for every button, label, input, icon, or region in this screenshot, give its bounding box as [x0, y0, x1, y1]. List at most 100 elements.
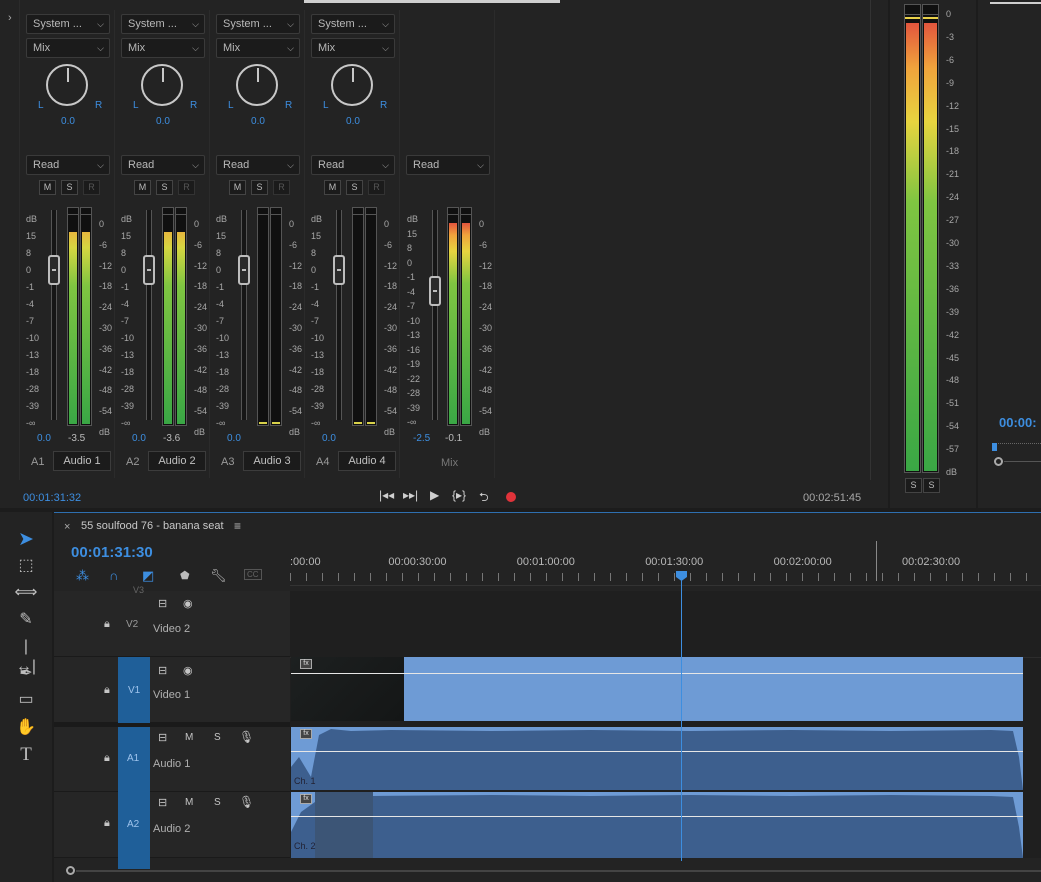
time-ruler[interactable]: :00:00 00:00:30:00 00:01:00:00 00:01:30:00 0… — [290, 541, 1041, 591]
play-icon[interactable]: ▶ — [430, 488, 439, 502]
mute-button[interactable]: M — [324, 180, 341, 195]
record-enable-button[interactable]: R — [273, 180, 290, 195]
go-to-in-icon[interactable]: |◂◂ — [379, 488, 394, 502]
record-enable-button[interactable]: R — [178, 180, 195, 195]
pan-value[interactable]: 0.0 — [116, 116, 210, 127]
nest-sequence-icon[interactable]: ⁂ — [76, 568, 89, 584]
sequence-tab[interactable]: 55 soulfood 76 - banana seat — [81, 520, 224, 532]
automation-dropdown[interactable]: Read ⌵ — [121, 155, 205, 175]
toggle-sync-icon[interactable]: ⊟ — [158, 731, 167, 744]
solo-button[interactable]: S — [251, 180, 268, 195]
snap-icon[interactable]: ∩ — [109, 568, 118, 583]
timeline-timecode[interactable]: 00:01:31:30 — [71, 544, 153, 561]
lock-icon[interactable]: 🔒︎ — [104, 684, 110, 697]
expand-chevron-icon[interactable]: › — [8, 12, 12, 24]
lock-icon[interactable]: 🔒︎ — [104, 618, 110, 631]
play-in-to-out-icon[interactable]: {▸} — [452, 488, 466, 502]
audio-clip-a2[interactable]: fx Ch. 2 — [291, 792, 1023, 858]
record-enable-button[interactable]: R — [368, 180, 385, 195]
track-label-v1[interactable]: V1 — [128, 685, 140, 696]
volume-value[interactable]: 0.0 — [37, 433, 51, 444]
razor-tool-icon[interactable]: ✎ — [14, 610, 38, 630]
channel-name[interactable]: Audio 4 — [338, 451, 396, 471]
program-timecode[interactable]: 00:00: — [999, 415, 1037, 430]
microphone-icon[interactable]: 🎙︎ — [239, 795, 254, 809]
lock-icon[interactable]: 🔒︎ — [104, 817, 110, 830]
track-area[interactable]: fx fx Ch. 1 fx Ch. 2 — [290, 591, 1041, 858]
volume-fader-track[interactable] — [336, 210, 342, 420]
horizontal-scrollbar[interactable] — [76, 870, 1041, 872]
record-enable-button[interactable]: R — [83, 180, 100, 195]
channel-name[interactable]: Audio 1 — [53, 451, 111, 471]
pan-knob[interactable] — [236, 64, 278, 106]
solo-button[interactable]: S — [61, 180, 78, 195]
video-clip-v1[interactable]: fx — [291, 657, 1023, 721]
zoom-scroll-handle[interactable] — [66, 866, 75, 875]
mode-dropdown[interactable]: Mix ⌵ — [216, 38, 300, 58]
mute-button[interactable]: M — [39, 180, 56, 195]
ripple-edit-tool-icon[interactable]: ⟺ — [14, 583, 38, 603]
track-label-a2[interactable]: A2 — [127, 819, 139, 830]
mode-dropdown[interactable]: Mix ⌵ — [311, 38, 395, 58]
program-playhead[interactable] — [992, 443, 997, 451]
fx-badge[interactable]: fx — [300, 659, 312, 669]
captions-icon[interactable]: CC — [244, 569, 262, 580]
scroll-indicator[interactable] — [304, 0, 560, 3]
pan-value[interactable]: 0.0 — [211, 116, 305, 127]
volume-fader-handle[interactable] — [48, 255, 60, 285]
volume-value[interactable]: 0.0 — [132, 433, 146, 444]
program-zoom-bar[interactable] — [1004, 461, 1041, 462]
channel-name[interactable]: Audio 2 — [148, 451, 206, 471]
volume-fader-handle[interactable] — [238, 255, 250, 285]
mode-dropdown[interactable]: Mix ⌵ — [121, 38, 205, 58]
microphone-icon[interactable]: 🎙︎ — [239, 730, 254, 744]
track-label-v2[interactable]: V2 — [126, 619, 138, 630]
go-to-out-icon[interactable]: ▸▸| — [403, 488, 418, 502]
mix-volume-value[interactable]: -2.5 — [413, 433, 430, 444]
source-patch-a2[interactable] — [118, 792, 150, 869]
mute-button[interactable]: M — [185, 797, 193, 808]
close-tab-icon[interactable]: × — [64, 521, 70, 533]
pan-value[interactable]: 0.0 — [306, 116, 400, 127]
volume-rubberband[interactable] — [291, 816, 1023, 817]
automation-dropdown[interactable]: Read ⌵ — [216, 155, 300, 175]
solo-left-button[interactable]: S — [905, 478, 922, 493]
slip-tool-icon[interactable]: |↔| — [14, 637, 38, 675]
channel-name[interactable]: Audio 3 — [243, 451, 301, 471]
loop-icon[interactable]: ⮌ — [479, 488, 489, 509]
track-select-tool-icon[interactable]: ⬚ — [14, 556, 38, 576]
solo-button[interactable]: S — [346, 180, 363, 195]
input-dropdown[interactable]: System ... ⌵ — [26, 14, 110, 34]
input-dropdown[interactable]: System ... ⌵ — [216, 14, 300, 34]
type-tool-icon[interactable]: T — [14, 745, 38, 765]
add-marker-icon[interactable]: ⬟ — [180, 569, 190, 582]
program-zoom-handle[interactable] — [994, 457, 1003, 466]
solo-button[interactable]: S — [156, 180, 173, 195]
fx-badge[interactable]: fx — [300, 794, 312, 804]
mute-button[interactable]: M — [134, 180, 151, 195]
toggle-sync-icon[interactable]: ⊟ — [158, 664, 167, 677]
linked-selection-icon[interactable]: ◩ — [142, 568, 154, 584]
mixer-current-time[interactable]: 00:01:31:32 — [23, 492, 81, 504]
opacity-rubberband[interactable] — [291, 673, 1023, 674]
volume-fader-track[interactable] — [241, 210, 247, 420]
eye-icon[interactable]: ◉ — [183, 664, 193, 677]
panel-menu-icon[interactable]: ≡ — [234, 519, 241, 533]
mix-fader-handle[interactable] — [429, 276, 441, 306]
mute-button[interactable]: M — [185, 732, 193, 743]
toggle-sync-icon[interactable]: ⊟ — [158, 597, 167, 610]
track-label-a1[interactable]: A1 — [127, 753, 139, 764]
hand-tool-icon[interactable]: ✋ — [14, 718, 38, 738]
volume-fader-track[interactable] — [146, 210, 152, 420]
input-dropdown[interactable]: System ... ⌵ — [311, 14, 395, 34]
rectangle-tool-icon[interactable]: ▭ — [14, 690, 38, 710]
eye-icon[interactable]: ◉ — [183, 597, 193, 610]
mix-automation-dropdown[interactable]: Read ⌵ — [406, 155, 490, 175]
pan-knob[interactable] — [141, 64, 183, 106]
volume-fader-handle[interactable] — [333, 255, 345, 285]
input-dropdown[interactable]: System ... ⌵ — [121, 14, 205, 34]
audio-clip-a1[interactable]: fx Ch. 1 — [291, 727, 1023, 790]
pen-tool-icon[interactable]: ✒ — [14, 664, 38, 684]
mix-fader-track[interactable] — [432, 210, 438, 420]
solo-right-button[interactable]: S — [923, 478, 940, 493]
